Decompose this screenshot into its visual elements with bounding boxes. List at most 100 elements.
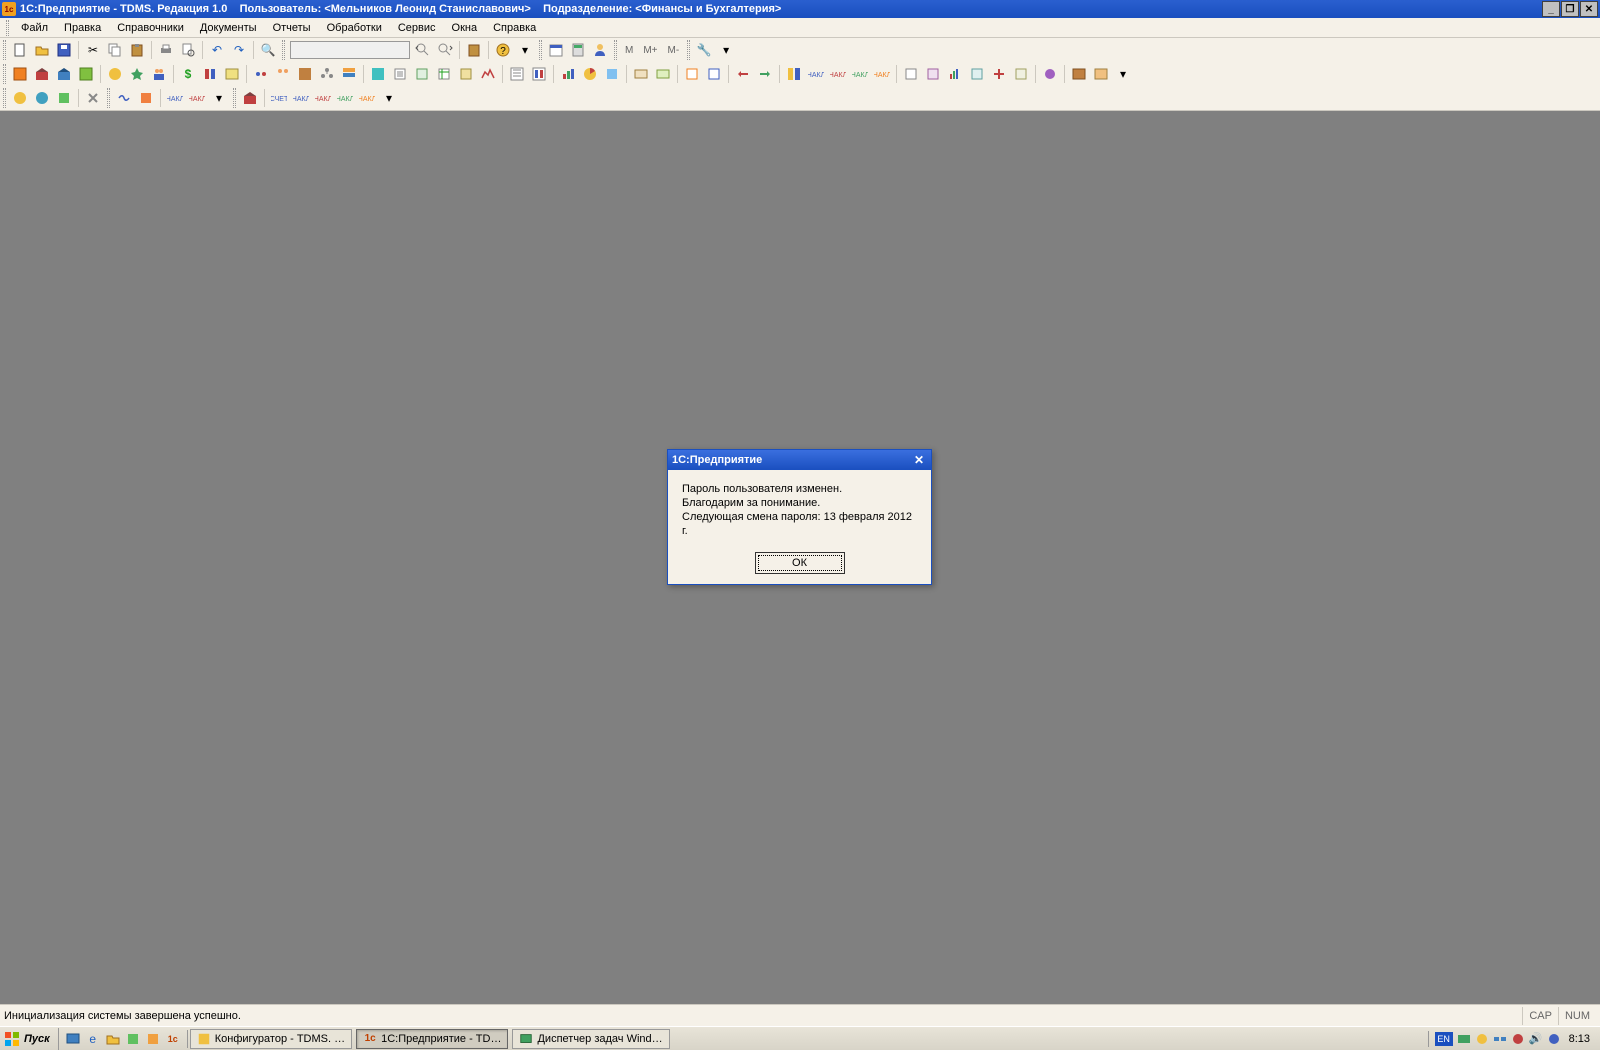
extra-icon-14[interactable]: НАКЛ [357,88,377,108]
toolbar-handle[interactable] [687,40,690,60]
toolbar-handle[interactable] [107,88,110,108]
dropdown-icon[interactable]: ▾ [515,40,535,60]
tray-network-icon[interactable] [1492,1031,1508,1047]
ql-explorer-icon[interactable] [104,1030,122,1048]
clipboard-icon[interactable] [464,40,484,60]
menu-directories[interactable]: Справочники [109,20,192,36]
module-icon-17[interactable] [390,64,410,84]
module-icon-36[interactable]: НАКЛ [850,64,870,84]
module-icon-34[interactable]: НАКЛ [806,64,826,84]
minimize-button[interactable]: _ [1542,1,1560,17]
module-icon-11[interactable] [251,64,271,84]
module-icon-10[interactable] [222,64,242,84]
module-icon-19[interactable] [434,64,454,84]
toolbar-handle[interactable] [3,88,6,108]
ql-1c-icon[interactable]: 1с [164,1030,182,1048]
undo-icon[interactable]: ↶ [207,40,227,60]
module-icon-30[interactable] [704,64,724,84]
redo-icon[interactable]: ↷ [229,40,249,60]
module-icon-27[interactable] [631,64,651,84]
calculator-icon[interactable] [568,40,588,60]
tray-icon-1[interactable] [1456,1031,1472,1047]
module-icon-4[interactable] [76,64,96,84]
copy-icon[interactable] [105,40,125,60]
print-preview-icon[interactable] [178,40,198,60]
module-icon-32[interactable] [755,64,775,84]
menu-windows[interactable]: Окна [444,20,486,36]
ql-ie-icon[interactable]: e [84,1030,102,1048]
taskbar-task-taskmgr[interactable]: Диспетчер задач Wind… [512,1029,669,1049]
find-icon[interactable]: 🔍 [258,40,278,60]
module-icon-40[interactable] [945,64,965,84]
toolbar-handle[interactable] [539,40,542,60]
extra-icon-3[interactable] [54,88,74,108]
module-icon-3[interactable] [54,64,74,84]
module-icon-28[interactable] [653,64,673,84]
module-icon-23[interactable] [529,64,549,84]
tray-language[interactable]: EN [1435,1032,1453,1046]
memory-mminus-button[interactable]: M- [663,40,685,60]
extra-icon-13[interactable]: НАКЛ [335,88,355,108]
close-button[interactable]: ✕ [1580,1,1598,17]
menu-reports[interactable]: Отчеты [265,20,319,36]
module-icon-13[interactable] [295,64,315,84]
module-icon-12[interactable] [273,64,293,84]
save-icon[interactable] [54,40,74,60]
toolbar-handle[interactable] [3,40,6,60]
module-icon-16[interactable] [368,64,388,84]
help-icon[interactable]: ? [493,40,513,60]
ok-button[interactable]: ОК [755,552,845,574]
taskbar-task-configurator[interactable]: Конфигуратор - TDMS. … [190,1029,352,1049]
tray-clock[interactable]: 8:13 [1563,1033,1596,1045]
tray-volume-icon[interactable]: 🔊 [1528,1031,1544,1047]
module-icon-25[interactable] [580,64,600,84]
menu-help[interactable]: Справка [485,20,544,36]
dialog-close-icon[interactable]: ✕ [911,452,927,468]
menu-processing[interactable]: Обработки [319,20,390,36]
ql-icon-5[interactable] [144,1030,162,1048]
menu-service[interactable]: Сервис [390,20,444,36]
module-icon-37[interactable]: НАКЛ [872,64,892,84]
dropdown-icon[interactable]: ▾ [209,88,229,108]
module-icon-45[interactable] [1069,64,1089,84]
dropdown-icon[interactable]: ▾ [1113,64,1133,84]
dialog-titlebar[interactable]: 1С:Предприятие ✕ [668,450,931,470]
ql-show-desktop-icon[interactable] [64,1030,82,1048]
module-icon-41[interactable] [967,64,987,84]
memory-m-button[interactable]: M [620,40,638,60]
extra-icon-4[interactable] [83,88,103,108]
toolbar-handle[interactable] [3,64,6,84]
extra-icon-6[interactable] [136,88,156,108]
cut-icon[interactable]: ✂ [83,40,103,60]
module-icon-7[interactable] [149,64,169,84]
extra-icon-11[interactable]: НАКЛ [291,88,311,108]
new-icon[interactable] [10,40,30,60]
module-icon-31[interactable] [733,64,753,84]
tray-icon-4[interactable] [1510,1031,1526,1047]
extra-icon-5[interactable] [114,88,134,108]
calendar-icon[interactable] [546,40,566,60]
module-icon-33[interactable] [784,64,804,84]
module-icon-1[interactable] [10,64,30,84]
menu-documents[interactable]: Документы [192,20,265,36]
module-icon-24[interactable] [558,64,578,84]
toolbar-handle[interactable] [614,40,617,60]
restore-button[interactable]: ❐ [1561,1,1579,17]
extra-icon-8[interactable]: НАКЛ [187,88,207,108]
module-icon-21[interactable] [478,64,498,84]
search-combo[interactable] [290,41,410,59]
extra-icon-7[interactable]: НАКЛ [165,88,185,108]
module-icon-26[interactable] [602,64,622,84]
module-icon-46[interactable] [1091,64,1111,84]
settings-icon[interactable]: 🔧 [694,40,714,60]
toolbar-handle[interactable] [282,40,285,60]
module-icon-42[interactable] [989,64,1009,84]
module-icon-6[interactable] [127,64,147,84]
menubar-handle[interactable] [6,20,9,36]
module-icon-38[interactable] [901,64,921,84]
module-icon-18[interactable] [412,64,432,84]
extra-icon-12[interactable]: НАКЛ [313,88,333,108]
tray-icon-2[interactable] [1474,1031,1490,1047]
dropdown-icon[interactable]: ▾ [379,88,399,108]
print-icon[interactable] [156,40,176,60]
